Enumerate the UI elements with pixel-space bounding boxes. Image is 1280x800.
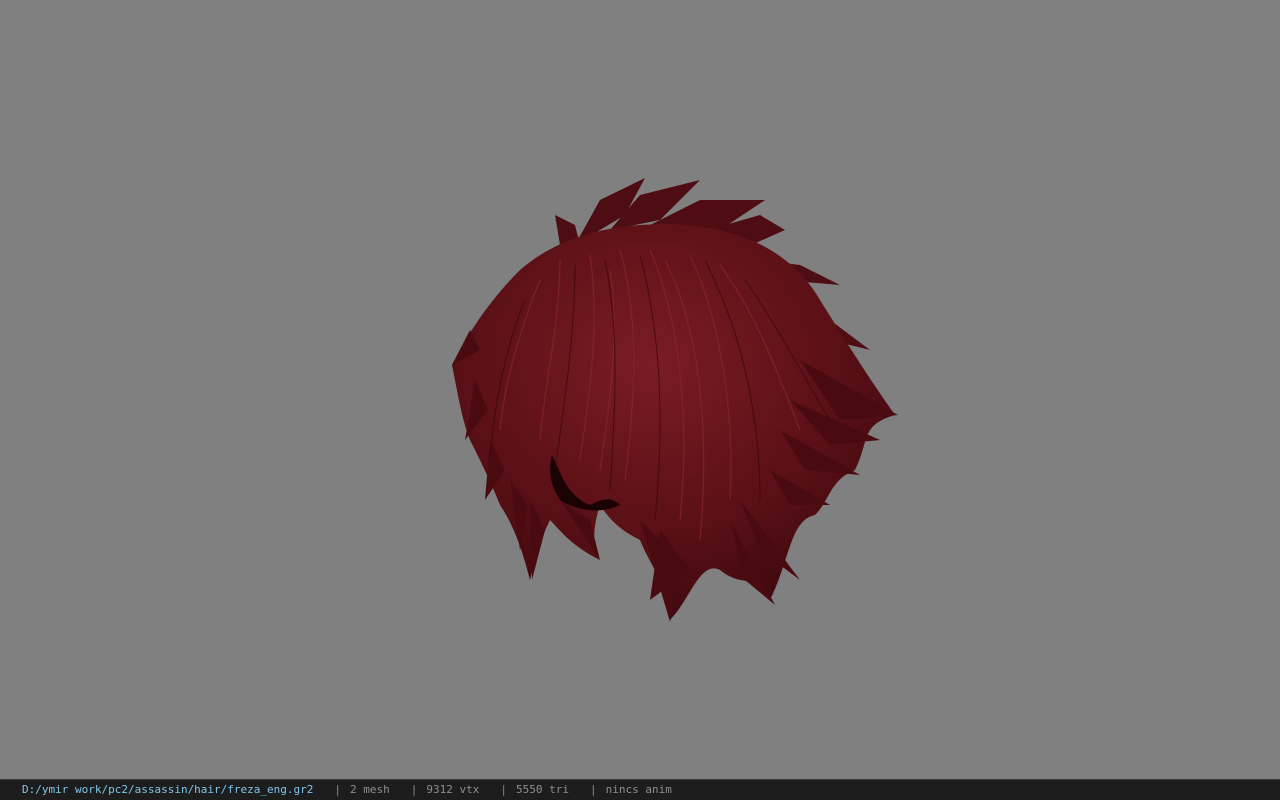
mesh-count: 2 mesh: [350, 783, 390, 796]
separator: |: [334, 783, 342, 796]
hair-model: [452, 178, 898, 622]
status-bar: D:/ymir work/pc2/assassin/hair/freza_eng…: [0, 779, 1280, 800]
separator: |: [500, 783, 508, 796]
triangle-count: 5550 tri: [516, 783, 569, 796]
file-path: D:/ymir work/pc2/assassin/hair/freza_eng…: [22, 783, 314, 796]
3d-viewport[interactable]: [0, 0, 1280, 779]
vertex-count: 9312 vtx: [426, 783, 480, 796]
separator: |: [590, 783, 597, 796]
separator: |: [410, 783, 418, 796]
animation-status: nincs anim: [605, 783, 672, 796]
